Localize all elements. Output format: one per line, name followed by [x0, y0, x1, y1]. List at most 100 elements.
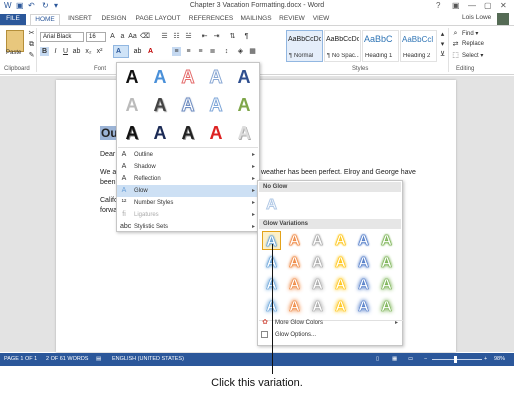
increase-indent-icon[interactable]: ⇥ — [212, 32, 221, 41]
effect-fill-black-shadow[interactable]: A — [121, 122, 143, 144]
glow-variation-4-4[interactable]: A — [331, 297, 350, 316]
menu-item-shadow[interactable]: A Shadow ▸ — [117, 161, 259, 173]
help-icon[interactable]: ? — [436, 1, 440, 10]
glow-variation-3-5[interactable]: A — [354, 275, 373, 294]
tab-home[interactable]: HOME — [30, 14, 60, 25]
multilevel-list-icon[interactable]: ☱ — [184, 32, 193, 41]
effect-fill-black[interactable]: A — [121, 66, 143, 88]
styles-scroll-up-icon[interactable]: ▴ — [438, 30, 447, 39]
find-button[interactable]: Find ▾ — [462, 30, 478, 37]
shading-icon[interactable]: ◈ — [236, 47, 245, 56]
sort-icon[interactable]: ⇅ — [228, 32, 237, 41]
glow-variation-4-2[interactable]: A — [285, 297, 304, 316]
minimize-icon[interactable]: — — [468, 1, 476, 10]
effect-fill-silver[interactable]: A — [233, 122, 255, 144]
tab-insert[interactable]: INSERT — [64, 14, 96, 25]
ribbon-display-icon[interactable]: ▣ — [452, 1, 460, 10]
numbering-icon[interactable]: ☷ — [172, 32, 181, 41]
font-color-icon[interactable]: A — [146, 47, 155, 56]
style-heading-1[interactable]: AaBbC Heading 1 — [362, 30, 399, 62]
print-layout-icon[interactable]: ▦ — [392, 356, 397, 362]
menu-item-number-styles[interactable]: ¹² Number Styles ▸ — [117, 197, 259, 209]
effect-outline-blue[interactable]: A — [205, 66, 227, 88]
zoom-level[interactable]: 98% — [494, 356, 505, 362]
effect-fill-blue[interactable]: A — [149, 66, 171, 88]
zoom-in-icon[interactable]: + — [484, 356, 487, 362]
line-spacing-icon[interactable]: ↕ — [222, 47, 231, 56]
style-heading-2[interactable]: AaBbCcl Heading 2 — [400, 30, 437, 62]
language[interactable]: ENGLISH (UNITED STATES) — [112, 356, 184, 362]
tab-mailings[interactable]: MAILINGS — [238, 14, 274, 25]
web-layout-icon[interactable]: ▭ — [408, 356, 413, 362]
effect-fill-black-bevel[interactable]: A — [177, 122, 199, 144]
italic-icon[interactable]: I — [51, 47, 60, 56]
zoom-slider-thumb[interactable] — [454, 356, 457, 363]
word-count[interactable]: 2 OF 61 WORDS — [46, 356, 88, 362]
menu-item-glow[interactable]: A Glow ▸ — [117, 185, 259, 197]
strikethrough-icon[interactable]: ab — [72, 47, 81, 56]
menu-item-more-glow-colors[interactable]: ✿ More Glow Colors ▸ — [258, 317, 402, 329]
effect-fill-green[interactable]: A — [233, 94, 255, 116]
user-name[interactable]: Lois Lowe — [462, 14, 491, 21]
font-name-select[interactable]: Arial Black — [40, 32, 84, 42]
menu-item-ligatures[interactable]: fi Ligatures ▸ — [117, 209, 259, 221]
read-mode-icon[interactable]: ▯ — [376, 356, 379, 362]
glow-variation-1-6[interactable]: A — [377, 231, 396, 250]
glow-variation-1-4[interactable]: A — [331, 231, 350, 250]
highlight-color-icon[interactable]: ab — [133, 47, 142, 56]
align-left-icon[interactable]: ≡ — [172, 47, 181, 56]
tab-review[interactable]: REVIEW — [277, 14, 307, 25]
tab-page-layout[interactable]: PAGE LAYOUT — [133, 14, 183, 25]
glow-variation-3-4[interactable]: A — [331, 275, 350, 294]
justify-icon[interactable]: ≣ — [208, 47, 217, 56]
clear-formatting-icon[interactable]: ⌫ — [140, 32, 150, 41]
glow-variation-1-5[interactable]: A — [354, 231, 373, 250]
tab-references[interactable]: REFERENCES — [187, 14, 235, 25]
glow-variation-4-3[interactable]: A — [308, 297, 327, 316]
bullets-icon[interactable]: ☰ — [160, 32, 169, 41]
shrink-font-icon[interactable]: a — [118, 32, 127, 41]
glow-variation-2-6[interactable]: A — [377, 253, 396, 272]
glow-variation-2-3[interactable]: A — [308, 253, 327, 272]
align-right-icon[interactable]: ≡ — [196, 47, 205, 56]
zoom-out-icon[interactable]: − — [424, 356, 427, 362]
glow-variation-2-2[interactable]: A — [285, 253, 304, 272]
bold-icon[interactable]: B — [40, 47, 49, 56]
glow-variation-3-3[interactable]: A — [308, 275, 327, 294]
glow-variation-2-5[interactable]: A — [354, 253, 373, 272]
style-normal[interactable]: AaBbCcDc ¶ Normal — [286, 30, 323, 62]
style-no-spacing[interactable]: AaBbCcDc ¶ No Spac... — [324, 30, 361, 62]
effect-fill-red[interactable]: A — [205, 122, 227, 144]
glow-variation-1-3[interactable]: A — [308, 231, 327, 250]
page-count[interactable]: PAGE 1 OF 1 — [4, 356, 37, 362]
menu-item-outline[interactable]: A Outline ▸ — [117, 149, 259, 161]
tab-design[interactable]: DESIGN — [98, 14, 130, 25]
effect-outline-red[interactable]: A — [177, 66, 199, 88]
select-button[interactable]: Select ▾ — [462, 52, 483, 59]
effect-fill-gray[interactable]: A — [121, 94, 143, 116]
copy-icon[interactable]: ⧉ — [27, 40, 36, 49]
replace-button[interactable]: Replace — [462, 41, 484, 47]
glow-variation-3-6[interactable]: A — [377, 275, 396, 294]
show-marks-icon[interactable]: ¶ — [242, 32, 251, 41]
glow-variation-2-4[interactable]: A — [331, 253, 350, 272]
grow-font-icon[interactable]: A — [108, 32, 117, 41]
change-case-icon[interactable]: Aa — [128, 32, 137, 41]
proofing-icon[interactable]: ▤ — [96, 356, 101, 362]
align-center-icon[interactable]: ≡ — [184, 47, 193, 56]
styles-scroll-down-icon[interactable]: ▾ — [438, 40, 447, 49]
menu-item-stylistic-sets[interactable]: abc Stylistic Sets ▸ — [117, 221, 259, 233]
underline-icon[interactable]: U — [61, 47, 70, 56]
effect-fill-navy[interactable]: A — [149, 122, 171, 144]
glow-variation-1-2[interactable]: A — [285, 231, 304, 250]
font-size-select[interactable]: 16 — [86, 32, 106, 42]
borders-icon[interactable]: ▦ — [248, 47, 257, 56]
subscript-icon[interactable]: x₂ — [84, 47, 93, 56]
effect-shadow-gray[interactable]: A — [149, 94, 171, 116]
no-glow-option[interactable]: A — [262, 195, 281, 214]
menu-item-reflection[interactable]: A Reflection ▸ — [117, 173, 259, 185]
tab-file[interactable]: FILE — [0, 14, 26, 25]
styles-more-icon[interactable]: ⊻ — [438, 50, 447, 59]
menu-item-glow-options[interactable]: Glow Options... — [258, 329, 402, 341]
superscript-icon[interactable]: x² — [95, 47, 104, 56]
